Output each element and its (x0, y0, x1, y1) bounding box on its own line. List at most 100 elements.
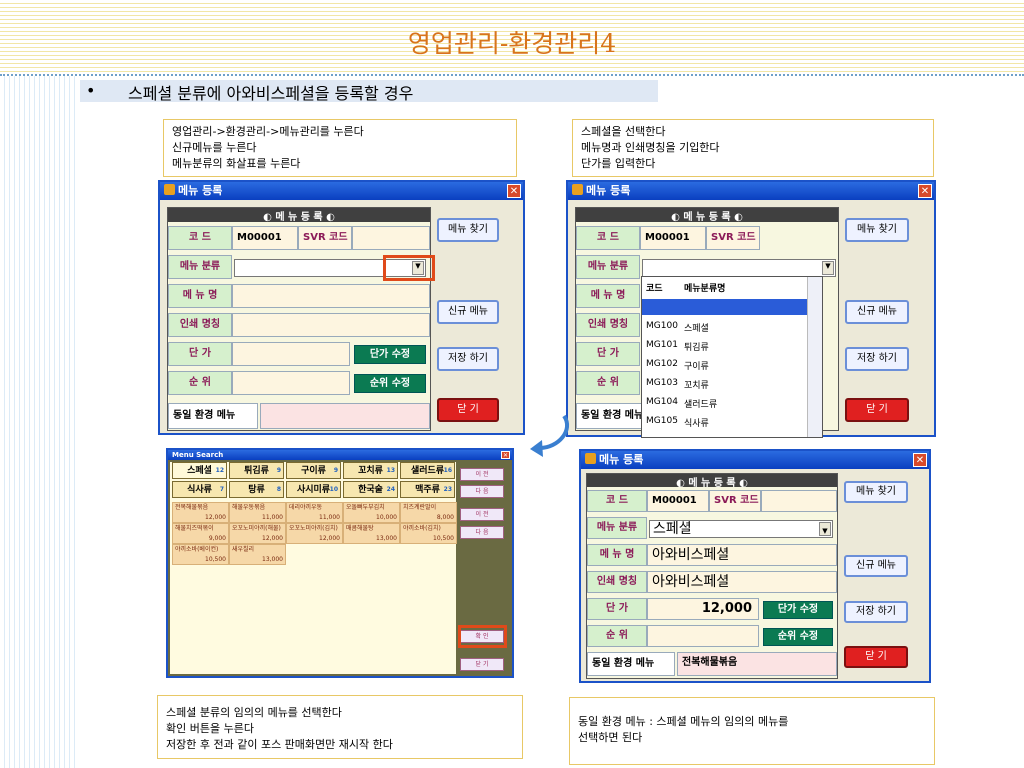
order-input[interactable] (647, 625, 759, 647)
menu-item-cell[interactable]: 데리야끼우동 11,000 (286, 502, 343, 523)
dropdown-scrollbar[interactable] (807, 277, 822, 437)
close-button[interactable]: 닫 기 (845, 398, 909, 422)
prev-button[interactable]: 이 전 (460, 468, 504, 481)
tab-count: 23 (443, 486, 452, 493)
print-name-input[interactable] (232, 313, 430, 337)
tab-count: 9 (276, 467, 281, 474)
item-prev-button[interactable]: 이 전 (460, 508, 504, 521)
chevron-down-icon[interactable]: ▼ (822, 261, 834, 275)
chevron-down-icon[interactable]: ▼ (819, 522, 831, 536)
next-button[interactable]: 다 음 (460, 485, 504, 498)
order-edit-button[interactable]: 순위 수정 (763, 628, 833, 646)
find-menu-button[interactable]: 메뉴 찾기 (845, 218, 909, 242)
category-combo[interactable]: 스페셜 ▼ (649, 520, 833, 538)
category-tab[interactable]: 식사류 7 (172, 481, 227, 498)
same-env-field[interactable] (260, 403, 430, 429)
dropdown-item-name[interactable]: 구이류 (684, 359, 709, 372)
category-tab[interactable]: 맥주류 23 (400, 481, 455, 498)
price-input[interactable]: 12,000 (647, 598, 759, 620)
category-tab[interactable]: 샐러드류 16 (400, 462, 455, 479)
menu-item-cell[interactable]: 매콤해물탕 13,000 (343, 523, 400, 544)
tab-label: 스페셜 (187, 466, 212, 476)
form-header: ◐ 메 뉴 등 록 ◐ (168, 208, 430, 223)
close-icon[interactable]: ✕ (501, 451, 510, 459)
order-edit-button[interactable]: 순위 수정 (354, 374, 426, 393)
category-tab[interactable]: 구이류 9 (286, 462, 341, 479)
save-button[interactable]: 저장 하기 (844, 601, 908, 623)
close-icon[interactable]: ✕ (913, 453, 927, 467)
save-button[interactable]: 저장 하기 (845, 347, 909, 371)
new-menu-button[interactable]: 신규 메뉴 (845, 300, 909, 324)
find-menu-button[interactable]: 메뉴 찾기 (844, 481, 908, 503)
svr-code-field[interactable] (761, 490, 837, 512)
new-menu-button[interactable]: 신규 메뉴 (844, 555, 908, 577)
menu-item-cell[interactable]: 야끼소바(김치) 10,500 (400, 523, 457, 544)
find-menu-button[interactable]: 메뉴 찾기 (437, 218, 499, 242)
menu-item-cell[interactable]: 오꼬노미야끼(해물) 12,000 (229, 523, 286, 544)
close-icon[interactable]: ✕ (507, 184, 521, 198)
category-tab[interactable]: 튀김류 9 (229, 462, 284, 479)
note-line: 스페셜을 선택한다 (581, 125, 666, 138)
dropdown-item-name[interactable]: 스페셜 (684, 321, 709, 334)
category-tab[interactable]: 스페셜 12 (172, 462, 227, 479)
save-button[interactable]: 저장 하기 (437, 347, 499, 371)
app-icon (585, 453, 596, 464)
code-value: M00001 (647, 490, 709, 512)
dropdown-selection[interactable] (642, 299, 808, 315)
dropdown-item-name[interactable]: 식사류 (684, 416, 709, 429)
same-env-label: 동일 환경 메뉴 (587, 652, 675, 676)
highlight-confirm (458, 625, 507, 648)
dropdown-item-name[interactable]: 샐러드류 (684, 397, 717, 410)
category-tab[interactable]: 사시미류 10 (286, 481, 341, 498)
close-button[interactable]: 닫 기 (460, 658, 504, 671)
dropdown-item-code[interactable]: MG102 (646, 359, 678, 369)
dropdown-item-code[interactable]: MG103 (646, 378, 678, 388)
note-line: 동일 환경 메뉴 : 스페셜 메뉴의 임의의 메뉴를 (578, 715, 789, 728)
menu-item-cell[interactable]: 치즈계란말이 8,000 (400, 502, 457, 523)
dropdown-item-code[interactable]: MG101 (646, 340, 678, 350)
svr-code-label: SVR 코드 (706, 226, 760, 250)
order-label: 순 위 (576, 371, 640, 395)
menu-item-cell[interactable]: 해물우동볶음 11,000 (229, 502, 286, 523)
name-label: 메 뉴 명 (587, 544, 647, 566)
close-button[interactable]: 닫 기 (844, 646, 908, 668)
close-icon[interactable]: ✕ (918, 184, 932, 198)
menu-item-cell[interactable]: 새우칠리 13,000 (229, 544, 286, 565)
name-input[interactable]: 아와비스페셜 (647, 544, 837, 566)
dropdown-item-code[interactable]: MG105 (646, 416, 678, 426)
dropdown-item-name[interactable]: 튀김류 (684, 340, 709, 353)
dropdown-item-code[interactable]: MG100 (646, 321, 678, 331)
highlight-arrow (383, 255, 435, 281)
dropdown-item-code[interactable]: MG104 (646, 397, 678, 407)
menu-item-cell[interactable]: 오돌뼈두부김치 10,000 (343, 502, 400, 523)
menu-item-cell[interactable]: 야끼소바(베이컨) 10,500 (172, 544, 229, 565)
menu-item-cell[interactable]: 전복해물볶음 12,000 (172, 502, 229, 523)
category-tab[interactable]: 꼬치류 13 (343, 462, 398, 479)
same-env-field[interactable]: 전복해물볶음 (677, 652, 837, 676)
category-tab[interactable]: 한국술 24 (343, 481, 398, 498)
menu-item-price: 10,500 (205, 556, 226, 563)
svr-code-field[interactable] (352, 226, 430, 250)
new-menu-button[interactable]: 신규 메뉴 (437, 300, 499, 324)
order-input[interactable] (232, 371, 350, 395)
price-edit-button[interactable]: 단가 수정 (354, 345, 426, 364)
menu-item-name: 데리야끼우동 (289, 504, 323, 511)
dialog-title: 메뉴 등록 (178, 184, 223, 197)
price-input[interactable] (232, 342, 350, 366)
dropdown-item-name[interactable]: 꼬치류 (684, 378, 709, 391)
menu-item-cell[interactable]: 해물치즈떡볶이 9,000 (172, 523, 229, 544)
category-tab[interactable]: 탕류 8 (229, 481, 284, 498)
item-next-button[interactable]: 다 음 (460, 526, 504, 539)
category-dropdown-list[interactable]: 코드 메뉴분류명 MG100 스페셜 MG101 튀김류 MG102 구이류 MG10… (641, 276, 823, 438)
menu-item-cell[interactable]: 오꼬노미야끼(김치) 12,000 (286, 523, 343, 544)
name-input[interactable] (232, 284, 430, 308)
menu-item-name: 야끼소바(베이컨) (175, 546, 219, 553)
menu-item-price: 11,000 (262, 514, 283, 521)
note-line: 메뉴분류의 화살표를 누른다 (172, 157, 301, 170)
menu-item-price: 10,000 (376, 514, 397, 521)
menu-item-price: 12,000 (205, 514, 226, 521)
close-button[interactable]: 닫 기 (437, 398, 499, 422)
price-edit-button[interactable]: 단가 수정 (763, 601, 833, 619)
print-name-input[interactable]: 아와비스페셜 (647, 571, 837, 593)
category-combo[interactable]: ▼ (642, 259, 836, 277)
